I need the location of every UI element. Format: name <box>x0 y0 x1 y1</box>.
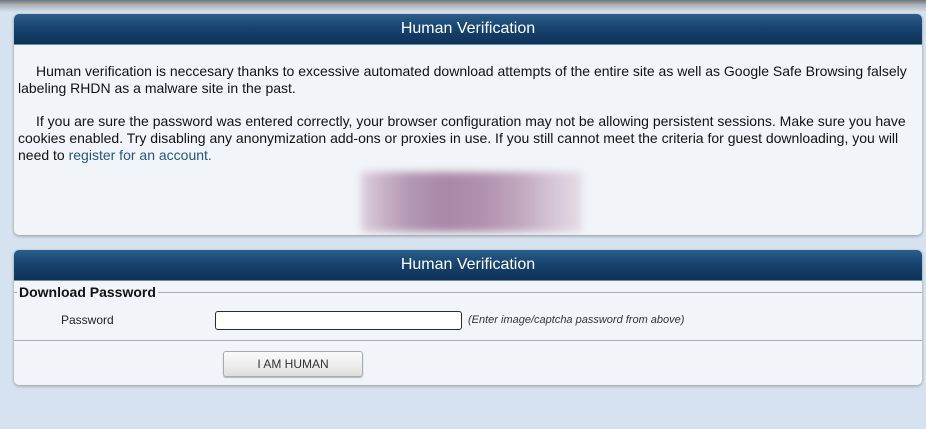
password-input[interactable] <box>215 311 462 330</box>
form-panel: Human Verification Download Password Pas… <box>14 250 922 385</box>
info-panel: Human Verification Human verification is… <box>14 14 922 235</box>
download-password-fieldset: Download Password Password (Enter image/… <box>14 284 922 341</box>
i-am-human-button[interactable]: I AM HUMAN <box>223 351 363 377</box>
info-panel-title: Human Verification <box>14 14 922 45</box>
top-shadow <box>0 0 926 12</box>
form-panel-title: Human Verification <box>14 250 922 281</box>
password-hint: (Enter image/captcha password from above… <box>468 314 685 326</box>
password-label: Password <box>61 313 114 327</box>
info-paragraph: Human verification is neccesary thanks t… <box>18 63 907 96</box>
register-link[interactable]: register for an account. <box>69 147 212 163</box>
captcha-image <box>361 172 582 232</box>
cookie-paragraph: If you are sure the password was entered… <box>18 113 918 164</box>
info-panel-body: Human verification is neccesary thanks t… <box>14 45 922 164</box>
download-password-legend: Download Password <box>17 284 158 300</box>
